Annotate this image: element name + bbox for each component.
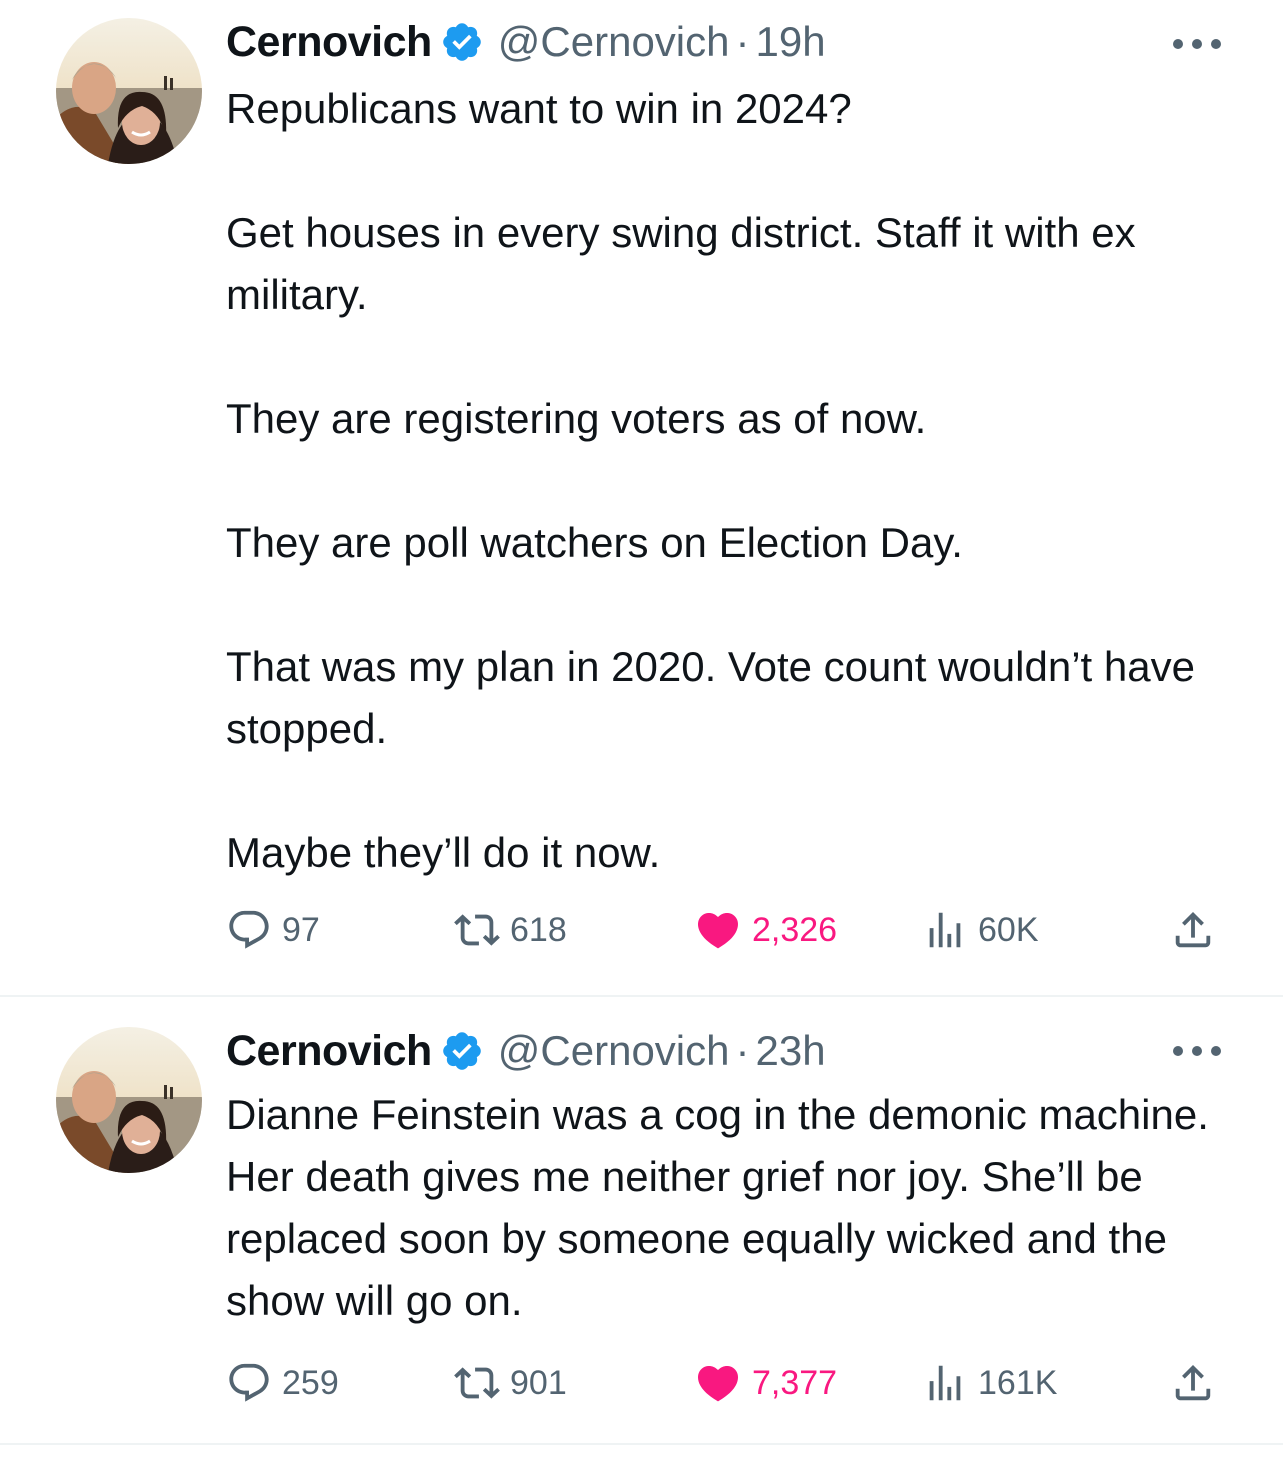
tweet-header: Cernovich @Cernovich · 19h [226, 12, 826, 72]
timestamp[interactable]: 23h [756, 1027, 826, 1075]
retweet-button[interactable]: 901 [454, 1358, 567, 1408]
tweet-header: Cernovich @Cernovich · 23h [226, 1021, 826, 1081]
speech-bubble-icon [229, 1363, 269, 1402]
reply-count: 97 [282, 910, 320, 949]
author-name[interactable]: Cernovich [226, 18, 432, 67]
views-button[interactable]: 60K [922, 905, 1039, 955]
author-handle[interactable]: @Cernovich [498, 1027, 730, 1075]
avatar-photo [56, 18, 202, 164]
tweet-text: Dianne Feinstein was a cog in the demoni… [226, 1091, 1221, 1324]
views-count: 60K [978, 910, 1039, 949]
avatar-photo [56, 1027, 202, 1173]
retweet-button[interactable]: 618 [454, 905, 567, 955]
avatar[interactable] [56, 1027, 202, 1173]
reply-count: 259 [282, 1363, 339, 1402]
share-upload-icon [1175, 911, 1211, 948]
avatar[interactable] [56, 18, 202, 164]
tweet[interactable]: Cernovich @Cernovich · 19h Republicans w… [0, 0, 1283, 995]
author-name[interactable]: Cernovich [226, 1027, 432, 1076]
like-button[interactable]: 2,326 [694, 905, 837, 955]
retweet-icon [454, 914, 500, 946]
separator-dot: · [735, 18, 750, 65]
views-button[interactable]: 161K [922, 1358, 1057, 1408]
ellipsis-icon[interactable] [1173, 34, 1221, 54]
heart-filled-icon [697, 913, 739, 949]
share-upload-icon [1175, 1364, 1211, 1401]
ellipsis-icon[interactable] [1173, 1041, 1221, 1061]
bar-chart-icon [929, 1365, 961, 1401]
reply-button[interactable]: 97 [226, 905, 320, 955]
views-count: 161K [978, 1363, 1058, 1402]
bar-chart-icon [929, 912, 961, 948]
verified-badge-icon [442, 1032, 481, 1070]
action-bar: 259 901 7,377 161K [226, 1358, 1226, 1408]
retweet-count: 618 [510, 910, 567, 949]
separator-dot: · [735, 1027, 750, 1074]
like-count: 7,377 [752, 1363, 838, 1402]
retweet-count: 901 [510, 1363, 567, 1402]
reply-button[interactable]: 259 [226, 1358, 339, 1408]
heart-filled-icon [697, 1366, 739, 1402]
share-button[interactable] [1170, 905, 1216, 955]
timestamp[interactable]: 19h [756, 18, 826, 66]
like-count: 2,326 [752, 910, 838, 949]
author-handle[interactable]: @Cernovich [498, 18, 730, 66]
action-bar: 97 618 2,326 60K [226, 905, 1226, 955]
verified-badge-icon [442, 23, 481, 61]
tweet-text: Republicans want to win in 2024? Get hou… [226, 85, 1195, 876]
share-button[interactable] [1170, 1358, 1216, 1408]
divider [0, 1443, 1283, 1445]
speech-bubble-icon [229, 910, 269, 949]
retweet-icon [454, 1367, 500, 1399]
like-button[interactable]: 7,377 [694, 1358, 837, 1408]
